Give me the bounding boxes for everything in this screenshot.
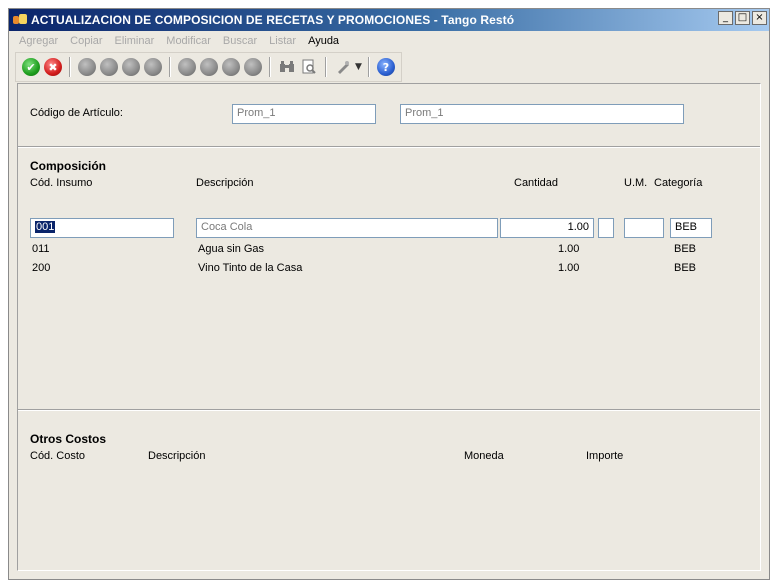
col-moneda: Moneda [464,450,504,462]
cantidad-input[interactable]: 1.00 [500,218,594,238]
um-input[interactable] [624,218,664,238]
next-icon[interactable] [122,58,140,76]
help-icon[interactable]: ? [377,58,395,76]
record-1-icon[interactable] [178,58,196,76]
binoculars-icon[interactable] [278,58,296,76]
record-2-icon[interactable] [200,58,218,76]
row-categoria: BEB [674,262,697,274]
form-panel: Código de Artículo: Prom_1 Prom_1 Compos… [17,83,761,571]
col-descripcion: Descripción [196,177,254,189]
last-icon[interactable] [144,58,162,76]
main-window: ACTUALIZACION DE COMPOSICION DE RECETAS … [8,8,770,580]
minimize-button[interactable]: _ [718,11,733,25]
row-cod: 200 [32,262,51,274]
menu-listar[interactable]: Listar [269,35,296,47]
previous-icon[interactable] [100,58,118,76]
row-categoria: BEB [674,243,697,255]
menu-bar: Agregar Copiar Eliminar Modificar Buscar… [9,31,769,51]
row-cantidad: 1.00 [558,243,580,255]
row-cantidad: 1.00 [558,262,580,274]
menu-copiar[interactable]: Copiar [70,35,102,47]
section-divider [18,146,760,148]
title-bar[interactable]: ACTUALIZACION DE COMPOSICION DE RECETAS … [9,9,769,31]
close-button[interactable]: × [752,11,767,25]
chevron-down-icon[interactable]: ▼ [355,62,363,72]
col-costo-descripcion: Descripción [148,450,206,462]
first-icon[interactable] [78,58,96,76]
cod-insumo-input[interactable]: 001 [30,218,174,238]
cantidad-selector[interactable] [598,218,614,238]
composicion-title: Composición [30,159,107,173]
record-3-icon[interactable] [222,58,240,76]
toolbar-separator [169,57,171,77]
menu-agregar[interactable]: Agregar [19,35,58,47]
col-cod-insumo: Cód. Insumo [30,177,93,189]
toolbar: ✔ ✖ ▼ ? [15,52,402,82]
maximize-button[interactable]: □ [735,11,750,25]
toolbar-separator [269,57,271,77]
row-cod: 011 [32,243,50,255]
row-descripcion: Agua sin Gas [198,243,265,255]
codigo-articulo-label: Código de Artículo: [30,107,123,119]
app-icon [13,14,27,26]
categoria-input[interactable]: BEB [670,218,712,238]
col-um: U.M. [624,177,648,189]
descripcion-input[interactable]: Coca Cola [196,218,498,238]
record-4-icon[interactable] [244,58,262,76]
menu-modificar[interactable]: Modificar [166,35,211,47]
menu-ayuda[interactable]: Ayuda [308,35,339,47]
toolbar-separator [368,57,370,77]
col-importe: Importe [586,450,624,462]
print-preview-icon[interactable] [300,58,318,76]
tools-icon[interactable] [334,58,352,76]
toolbar-separator [325,57,327,77]
cancel-icon[interactable]: ✖ [44,58,62,76]
toolbar-separator [69,57,71,77]
otros-costos-title: Otros Costos [30,432,107,446]
col-cantidad: Cantidad [514,177,559,189]
codigo-articulo-input[interactable]: Prom_1 [232,104,376,124]
section-divider [18,409,760,411]
row-descripcion: Vino Tinto de la Casa [198,262,303,274]
cod-insumo-selected-text: 001 [35,221,56,233]
window-title: ACTUALIZACION DE COMPOSICION DE RECETAS … [31,13,515,27]
articulo-descripcion-input[interactable]: Prom_1 [400,104,684,124]
col-categoria: Categoría [654,177,703,189]
accept-icon[interactable]: ✔ [22,58,40,76]
menu-eliminar[interactable]: Eliminar [115,35,155,47]
col-cod-costo: Cód. Costo [30,450,86,462]
menu-buscar[interactable]: Buscar [223,35,257,47]
